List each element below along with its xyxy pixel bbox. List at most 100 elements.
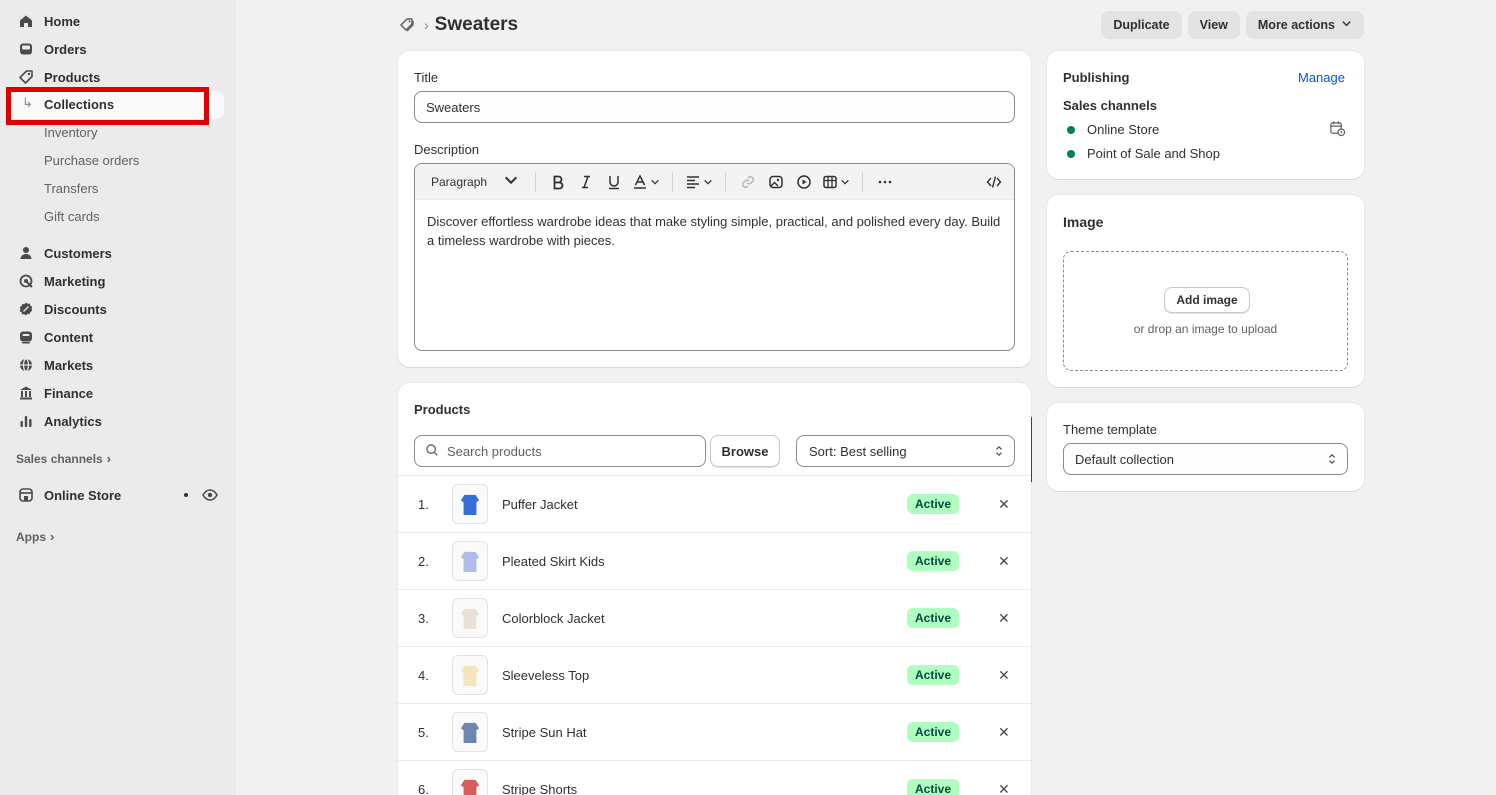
product-row[interactable]: 3. Colorblock Jacket Active ✕ xyxy=(398,589,1031,646)
product-row[interactable]: 1. Puffer Jacket Active ✕ xyxy=(398,475,1031,532)
nav-orders[interactable]: Orders xyxy=(8,35,224,63)
paragraph-label: Paragraph xyxy=(431,174,488,189)
underline-icon[interactable] xyxy=(600,168,628,196)
nav-markets[interactable]: Markets xyxy=(8,351,224,379)
remove-product-icon[interactable]: ✕ xyxy=(998,724,1010,741)
channel-status-dot-icon xyxy=(1067,125,1075,134)
header-actions: Duplicate View More actions xyxy=(1101,11,1364,39)
remove-product-icon[interactable]: ✕ xyxy=(998,496,1010,513)
title-input[interactable]: Sweaters xyxy=(414,91,1015,123)
manage-link[interactable]: Manage xyxy=(1298,70,1345,85)
product-rank: 6. xyxy=(418,781,429,795)
toolbar-divider xyxy=(535,171,536,192)
product-row[interactable]: 5. Stripe Sun Hat Active ✕ xyxy=(398,703,1031,760)
remove-product-icon[interactable]: ✕ xyxy=(998,781,1010,795)
product-name[interactable]: Colorblock Jacket xyxy=(502,611,605,626)
nav-gift-cards[interactable]: Gift cards xyxy=(44,207,100,227)
nav-discounts[interactable]: Discounts xyxy=(8,295,224,323)
description-text[interactable]: Discover effortless wardrobe ideas that … xyxy=(415,200,1014,262)
add-image-button[interactable]: Add image xyxy=(1164,287,1250,313)
apps-header[interactable]: Apps › xyxy=(16,529,54,544)
nav-label: Finance xyxy=(44,385,94,401)
product-rank: 1. xyxy=(418,496,429,512)
product-thumbnail[interactable] xyxy=(452,598,488,638)
nav-purchase-orders[interactable]: Purchase orders xyxy=(44,151,139,171)
nav-inventory[interactable]: Inventory xyxy=(44,123,97,143)
collection-tag-icon[interactable] xyxy=(398,15,418,35)
view-button[interactable]: View xyxy=(1187,11,1240,39)
nav-label: Content xyxy=(44,329,94,345)
product-row[interactable]: 6. Stripe Shorts Active ✕ xyxy=(398,760,1031,795)
status-badge: Active xyxy=(907,665,960,685)
sales-channels-label: Sales channels xyxy=(16,451,103,466)
publishing-heading: Publishing xyxy=(1063,70,1130,85)
image-icon[interactable] xyxy=(762,168,790,196)
nav-label: Customers xyxy=(44,245,112,261)
highlight-box-collections xyxy=(6,87,209,125)
editor-toolbar: Paragraph xyxy=(415,164,1014,200)
content-icon xyxy=(16,327,36,347)
code-view-icon[interactable] xyxy=(980,168,1008,196)
nav-transfers[interactable]: Transfers xyxy=(44,179,98,199)
drop-hint-text: or drop an image to upload xyxy=(1133,322,1278,336)
product-name[interactable]: Stripe Sun Hat xyxy=(502,725,587,740)
tag-icon xyxy=(16,67,36,87)
nav-analytics[interactable]: Analytics xyxy=(8,407,224,435)
channel-status-dot-icon xyxy=(1067,149,1075,158)
align-icon[interactable] xyxy=(681,168,717,196)
video-icon[interactable] xyxy=(790,168,818,196)
text-color-icon[interactable] xyxy=(628,168,664,196)
product-name[interactable]: Pleated Skirt Kids xyxy=(502,554,605,569)
theme-template-label: Theme template xyxy=(1063,422,1157,437)
image-dropzone[interactable]: Add image or drop an image to upload xyxy=(1063,251,1348,371)
product-thumbnail[interactable] xyxy=(452,541,488,581)
sort-select[interactable]: Sort: Best selling xyxy=(796,435,1015,467)
nav-content[interactable]: Content xyxy=(8,323,224,351)
nav-finance[interactable]: Finance xyxy=(8,379,224,407)
nav-online-store[interactable]: Online Store xyxy=(8,481,224,509)
products-heading: Products xyxy=(414,402,471,417)
breadcrumb-separator-icon: › xyxy=(424,17,429,33)
product-name[interactable]: Puffer Jacket xyxy=(502,497,578,512)
status-dot-icon xyxy=(184,493,188,497)
remove-product-icon[interactable]: ✕ xyxy=(998,610,1010,627)
select-chevron-icon xyxy=(994,444,1004,461)
theme-template-select[interactable]: Default collection xyxy=(1063,443,1348,475)
chevron-right-icon: › xyxy=(50,529,55,544)
nav-customers[interactable]: Customers xyxy=(8,239,224,267)
product-rank: 2. xyxy=(418,553,429,569)
product-thumbnail[interactable] xyxy=(452,712,488,752)
nav-label: Markets xyxy=(44,357,94,373)
chevron-down-icon xyxy=(503,172,519,191)
duplicate-button[interactable]: Duplicate xyxy=(1101,11,1182,39)
remove-product-icon[interactable]: ✕ xyxy=(998,667,1010,684)
more-actions-label: More actions xyxy=(1257,18,1335,32)
product-rank: 3. xyxy=(418,610,429,626)
product-thumbnail[interactable] xyxy=(452,484,488,524)
search-placeholder: Search products xyxy=(447,443,542,459)
link-icon[interactable] xyxy=(734,168,762,196)
product-name[interactable]: Sleeveless Top xyxy=(502,668,589,683)
search-products-input[interactable]: Search products xyxy=(414,435,706,467)
channel-name: Point of Sale and Shop xyxy=(1087,146,1220,161)
product-row[interactable]: 2. Pleated Skirt Kids Active ✕ xyxy=(398,532,1031,589)
remove-product-icon[interactable]: ✕ xyxy=(998,553,1010,570)
sales-channels-header[interactable]: Sales channels › xyxy=(16,451,111,466)
browse-button[interactable]: Browse xyxy=(710,435,780,467)
more-options-icon[interactable] xyxy=(871,168,899,196)
schedule-calendar-icon[interactable] xyxy=(1329,120,1346,140)
nav-marketing[interactable]: Marketing xyxy=(8,267,224,295)
more-actions-button[interactable]: More actions xyxy=(1245,11,1364,39)
product-thumbnail[interactable] xyxy=(452,655,488,695)
product-row[interactable]: 4. Sleeveless Top Active ✕ xyxy=(398,646,1031,703)
paragraph-format-select[interactable]: Paragraph xyxy=(431,168,519,196)
product-name[interactable]: Stripe Shorts xyxy=(502,782,577,795)
italic-icon[interactable] xyxy=(572,168,600,196)
nav-home[interactable]: Home xyxy=(8,7,224,35)
channel-online-store: Online Store xyxy=(1067,122,1159,137)
product-thumbnail[interactable] xyxy=(452,769,488,795)
bold-icon[interactable] xyxy=(544,168,572,196)
table-icon[interactable] xyxy=(818,168,854,196)
eye-icon[interactable] xyxy=(202,487,218,506)
image-card: Image Add image or drop an image to uplo… xyxy=(1047,195,1364,387)
